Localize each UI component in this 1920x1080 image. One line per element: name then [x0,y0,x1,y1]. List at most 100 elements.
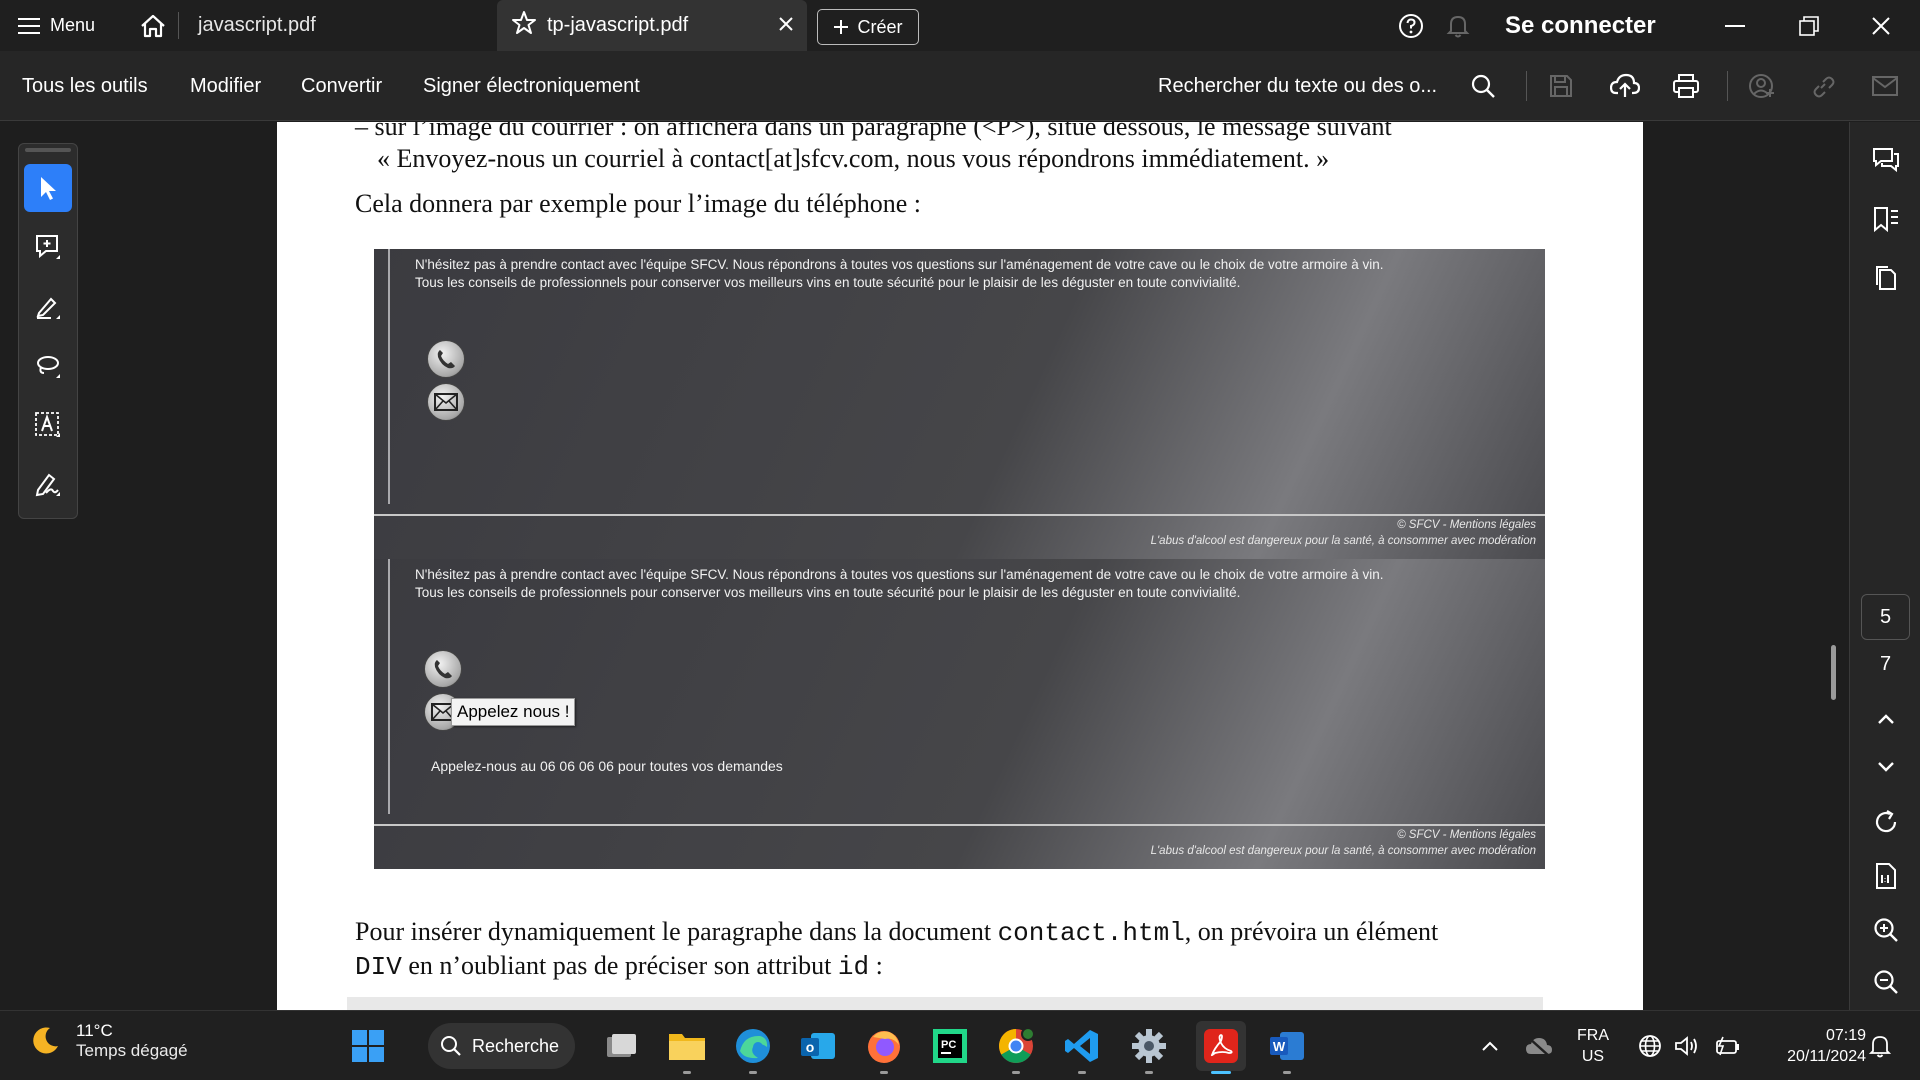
running-indicator [749,1071,757,1074]
edit-label: Modifier [190,74,262,97]
bookmark-icon [1873,207,1898,232]
sign-label: Signer électroniquement [423,74,640,97]
edge-app[interactable] [728,1021,778,1074]
outlook-app[interactable]: o [793,1021,843,1071]
pycharm-app[interactable]: PC [925,1021,975,1071]
firefox-app[interactable] [859,1021,909,1074]
battery-button[interactable] [1706,1021,1746,1071]
windows-taskbar: 11°C Temps dégagé Recherche o PC W FRA U… [0,1010,1920,1080]
print-button[interactable] [1672,51,1700,121]
printer-icon [1673,74,1699,98]
task-view-icon [607,1034,636,1057]
close-icon [1872,16,1890,35]
link-button[interactable] [1810,51,1836,121]
help-button[interactable] [1398,0,1424,51]
language-indicator[interactable]: FRA US [1577,1025,1609,1067]
search-placeholder: Rechercher du texte ou des o... [1158,74,1438,97]
doc-text-line: « Envoyez-nous un courriel à contact[at]… [377,144,1330,173]
draw-tool[interactable] [24,342,72,390]
text-tool[interactable] [24,401,72,449]
close-window-button[interactable] [1868,0,1894,51]
chrome-icon [999,1027,1035,1063]
convert-menu[interactable]: Convertir [301,51,382,121]
vscode-app[interactable] [1057,1021,1107,1074]
search-field[interactable]: Rechercher du texte ou des o... [1158,51,1437,121]
bookmarks-panel-button[interactable] [1850,197,1920,241]
email-button[interactable] [1872,51,1898,121]
weather-widget[interactable]: 11°C Temps dégagé [28,1021,188,1061]
drag-handle[interactable] [25,148,71,152]
rotate-icon [1875,810,1896,833]
restore-button[interactable] [1796,0,1822,51]
settings-app[interactable] [1124,1021,1174,1074]
edit-menu[interactable]: Modifier [190,51,261,121]
start-button[interactable] [343,1021,393,1071]
signin-button[interactable]: Se connecter [1505,0,1656,51]
search-icon [441,1036,461,1056]
notification-center-button[interactable] [1860,1021,1900,1071]
main-toolbar: Tous les outils Modifier Convertir Signe… [0,51,1920,121]
taskbar-search[interactable]: Recherche [428,1023,575,1069]
menu-button[interactable]: Menu [18,0,95,51]
save-button[interactable] [1548,51,1574,121]
file-explorer-app[interactable] [662,1021,712,1074]
add-person-icon [1749,74,1774,98]
pdf-page[interactable]: – sur l’image du courrier : on affichera… [277,122,1643,1010]
svg-text:W: W [1273,1039,1286,1054]
tab-tp-javascript-pdf[interactable]: tp-javascript.pdf [497,0,807,51]
restore-icon [1799,15,1819,36]
show-hidden-icons-button[interactable] [1466,1021,1514,1071]
zoom-out-button[interactable] [1850,960,1920,1004]
pycharm-icon: PC [933,1029,967,1063]
chrome-app[interactable] [991,1021,1041,1074]
search-label: Recherche [472,1035,560,1056]
running-indicator [1078,1071,1086,1074]
bell-icon [1446,15,1470,37]
footer-text: © SFCV - Mentions légales L'abus d'alcoo… [1151,827,1536,859]
pages-panel-button[interactable] [1850,256,1920,300]
keyboard-layout: US [1581,1048,1605,1065]
select-tool[interactable] [24,164,72,212]
zoom-out-icon [1873,970,1898,994]
close-tab-icon[interactable] [775,13,797,35]
create-button[interactable]: Créer [817,9,919,45]
vertical-scrollbar[interactable] [1831,645,1836,700]
zoom-in-button[interactable] [1850,908,1920,952]
rotate-button[interactable] [1850,800,1920,844]
all-tools-menu[interactable]: Tous les outils [22,51,148,121]
word-app[interactable]: W [1262,1021,1312,1074]
network-button[interactable] [1630,1021,1670,1071]
minimize-button[interactable] [1722,0,1748,51]
comment-tool[interactable] [24,223,72,271]
clock[interactable]: 07:19 20/11/2024 [1760,1025,1866,1067]
previous-page-button[interactable] [1850,697,1920,741]
left-panel [0,122,277,1010]
tooltip: Appelez nous ! [451,698,576,726]
actual-size-button[interactable] [1850,854,1920,898]
upload-button[interactable] [1610,51,1640,121]
fit-page-icon [1875,863,1896,889]
sign-tool[interactable] [24,460,72,508]
comments-panel-button[interactable] [1850,138,1920,182]
inline-code: contact.html [997,918,1185,948]
share-button[interactable] [1748,51,1776,121]
add-comment-icon [36,235,60,259]
sign-menu[interactable]: Signer électroniquement [423,51,640,121]
tab-javascript-pdf[interactable]: javascript.pdf [198,0,316,51]
next-page-button[interactable] [1850,745,1920,789]
volume-button[interactable] [1667,1021,1707,1071]
create-label: Créer [857,16,903,37]
search-button[interactable] [1470,51,1496,121]
cloud-upload-icon [1610,73,1640,97]
weather-condition: Temps dégagé [76,1041,188,1060]
onedrive-button[interactable] [1515,1021,1563,1071]
star-icon[interactable] [511,10,537,42]
current-page-input[interactable]: 5 [1861,594,1910,640]
home-button[interactable] [135,0,171,51]
acrobat-icon [1204,1029,1238,1063]
notifications-button[interactable] [1446,0,1470,51]
date: 20/11/2024 [1787,1048,1866,1065]
highlight-tool[interactable] [24,283,72,331]
task-view-button[interactable] [596,1021,646,1071]
acrobat-app[interactable] [1196,1021,1246,1074]
